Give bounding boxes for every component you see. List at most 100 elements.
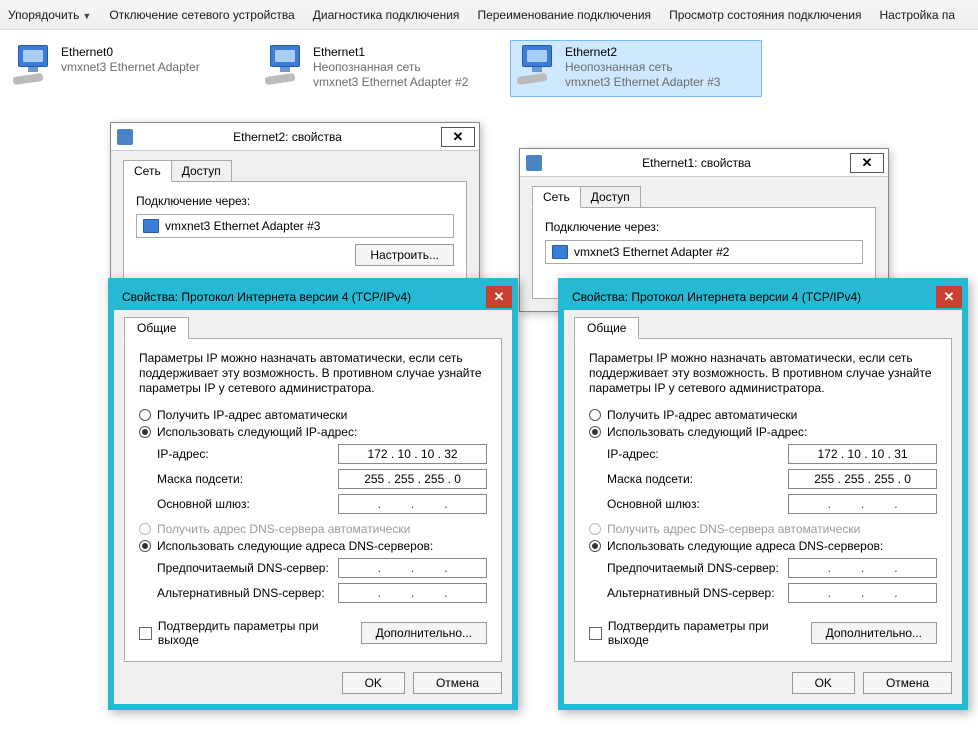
window-title: Ethernet2: свойства xyxy=(137,130,438,144)
radio-icon xyxy=(139,540,151,552)
network-adapter-icon xyxy=(13,45,55,85)
close-button[interactable]: ✕ xyxy=(936,286,962,308)
radio-auto-dns: Получить адрес DNS-сервера автоматически xyxy=(139,522,487,536)
network-adapter-icon xyxy=(265,45,307,85)
tab-network[interactable]: Сеть xyxy=(123,160,172,182)
configure-button[interactable]: Настроить... xyxy=(355,244,454,266)
dialog-title: Свойства: Протокол Интернета версии 4 (T… xyxy=(122,290,486,304)
toolbar: Упорядочить▼ Отключение сетевого устройс… xyxy=(0,0,978,30)
toolbar-diagnose[interactable]: Диагностика подключения xyxy=(313,8,460,22)
cancel-button[interactable]: Отмена xyxy=(863,672,952,694)
toolbar-disable[interactable]: Отключение сетевого устройства xyxy=(109,8,294,22)
radio-icon xyxy=(139,523,151,535)
network-adapter-icon xyxy=(517,45,559,85)
radio-icon xyxy=(589,540,601,552)
connect-via-label: Подключение через: xyxy=(136,194,454,208)
radio-manual-dns[interactable]: Использовать следующие адреса DNS-сервер… xyxy=(139,539,487,553)
connect-via-label: Подключение через: xyxy=(545,220,863,234)
radio-manual-ip[interactable]: Использовать следующий IP-адрес: xyxy=(589,425,937,439)
adapter-sub2: vmxnet3 Ethernet Adapter #2 xyxy=(313,75,468,90)
adapter-sub1: Неопознанная сеть xyxy=(313,60,468,75)
input-dns1[interactable] xyxy=(788,558,937,578)
advanced-button[interactable]: Дополнительно... xyxy=(361,622,487,644)
input-dns2[interactable] xyxy=(788,583,937,603)
label-ip: IP-адрес: xyxy=(607,447,788,461)
input-gateway[interactable] xyxy=(788,494,937,514)
ipv4-dialog-ethernet1: Свойства: Протокол Интернета версии 4 (T… xyxy=(558,278,968,710)
window-title: Ethernet1: свойства xyxy=(546,156,847,170)
label-dns1: Предпочитаемый DNS-сервер: xyxy=(607,561,788,575)
label-gateway: Основной шлюз: xyxy=(607,497,788,511)
adapter-select-value: vmxnet3 Ethernet Adapter #2 xyxy=(574,245,729,259)
label-ip: IP-адрес: xyxy=(157,447,338,461)
label-dns2: Альтернативный DNS-сервер: xyxy=(157,586,338,600)
close-button[interactable]: ✕ xyxy=(850,153,884,173)
checkbox-icon xyxy=(589,627,602,640)
adapter-name: Ethernet2 xyxy=(565,45,720,60)
chevron-down-icon: ▼ xyxy=(82,11,91,21)
adapter-ethernet1[interactable]: Ethernet1 Неопознанная сеть vmxnet3 Ethe… xyxy=(258,40,510,97)
checkbox-confirm-on-exit[interactable]: Подтвердить параметры при выходе xyxy=(139,619,361,647)
dialog-title: Свойства: Протокол Интернета версии 4 (T… xyxy=(572,290,936,304)
adapter-list: Ethernet0 vmxnet3 Ethernet Adapter Ether… xyxy=(0,30,978,101)
input-gateway[interactable] xyxy=(338,494,487,514)
tab-access[interactable]: Доступ xyxy=(580,186,641,208)
advanced-button[interactable]: Дополнительно... xyxy=(811,622,937,644)
radio-icon xyxy=(589,409,601,421)
label-dns2: Альтернативный DNS-сервер: xyxy=(607,586,788,600)
input-mask[interactable]: 255 . 255 . 255 . 0 xyxy=(788,469,937,489)
titlebar[interactable]: Ethernet2: свойства ✕ xyxy=(111,123,479,151)
label-mask: Маска подсети: xyxy=(607,472,788,486)
input-dns1[interactable] xyxy=(338,558,487,578)
input-mask[interactable]: 255 . 255 . 255 . 0 xyxy=(338,469,487,489)
adapter-ethernet0[interactable]: Ethernet0 vmxnet3 Ethernet Adapter xyxy=(6,40,258,97)
radio-icon xyxy=(139,409,151,421)
adapter-sub2: vmxnet3 Ethernet Adapter xyxy=(61,60,200,75)
label-dns1: Предпочитаемый DNS-сервер: xyxy=(157,561,338,575)
checkbox-icon xyxy=(139,627,152,640)
checkbox-confirm-on-exit[interactable]: Подтвердить параметры при выходе xyxy=(589,619,811,647)
radio-auto-dns: Получить адрес DNS-сервера автоматически xyxy=(589,522,937,536)
ipv4-dialog-ethernet2: Свойства: Протокол Интернета версии 4 (T… xyxy=(108,278,518,710)
tab-access[interactable]: Доступ xyxy=(171,160,232,182)
radio-auto-ip[interactable]: Получить IP-адрес автоматически xyxy=(139,408,487,422)
radio-manual-dns[interactable]: Использовать следующие адреса DNS-сервер… xyxy=(589,539,937,553)
tab-general[interactable]: Общие xyxy=(124,317,189,339)
ok-button[interactable]: OK xyxy=(342,672,405,694)
adapter-name: Ethernet1 xyxy=(313,45,468,60)
adapter-sub1: Неопознанная сеть xyxy=(565,60,720,75)
radio-auto-ip[interactable]: Получить IP-адрес автоматически xyxy=(589,408,937,422)
adapter-select-box[interactable]: vmxnet3 Ethernet Adapter #2 xyxy=(545,240,863,264)
ethernet2-properties-window: Ethernet2: свойства ✕ Сеть Доступ Подклю… xyxy=(110,122,480,294)
adapter-ethernet2[interactable]: Ethernet2 Неопознанная сеть vmxnet3 Ethe… xyxy=(510,40,762,97)
label-mask: Маска подсети: xyxy=(157,472,338,486)
description-text: Параметры IP можно назначать автоматичес… xyxy=(139,351,487,396)
nic-icon xyxy=(552,245,568,259)
tab-general[interactable]: Общие xyxy=(574,317,639,339)
close-button[interactable]: ✕ xyxy=(441,127,475,147)
tab-network[interactable]: Сеть xyxy=(532,186,581,208)
input-ip[interactable]: 172 . 10 . 10 . 31 xyxy=(788,444,937,464)
radio-icon xyxy=(589,523,601,535)
cancel-button[interactable]: Отмена xyxy=(413,672,502,694)
input-dns2[interactable] xyxy=(338,583,487,603)
toolbar-status[interactable]: Просмотр состояния подключения xyxy=(669,8,861,22)
ok-button[interactable]: OK xyxy=(792,672,855,694)
adapter-select-box[interactable]: vmxnet3 Ethernet Adapter #3 xyxy=(136,214,454,238)
adapter-sub2: vmxnet3 Ethernet Adapter #3 xyxy=(565,75,720,90)
window-icon xyxy=(526,155,542,171)
window-icon xyxy=(117,129,133,145)
input-ip[interactable]: 172 . 10 . 10 . 32 xyxy=(338,444,487,464)
toolbar-organize[interactable]: Упорядочить▼ xyxy=(8,8,91,22)
toolbar-settings[interactable]: Настройка па xyxy=(880,8,956,22)
nic-icon xyxy=(143,219,159,233)
titlebar[interactable]: Свойства: Протокол Интернета версии 4 (T… xyxy=(564,284,962,310)
radio-manual-ip[interactable]: Использовать следующий IP-адрес: xyxy=(139,425,487,439)
titlebar[interactable]: Ethernet1: свойства ✕ xyxy=(520,149,888,177)
radio-icon xyxy=(589,426,601,438)
radio-icon xyxy=(139,426,151,438)
titlebar[interactable]: Свойства: Протокол Интернета версии 4 (T… xyxy=(114,284,512,310)
close-button[interactable]: ✕ xyxy=(486,286,512,308)
toolbar-rename[interactable]: Переименование подключения xyxy=(477,8,651,22)
description-text: Параметры IP можно назначать автоматичес… xyxy=(589,351,937,396)
